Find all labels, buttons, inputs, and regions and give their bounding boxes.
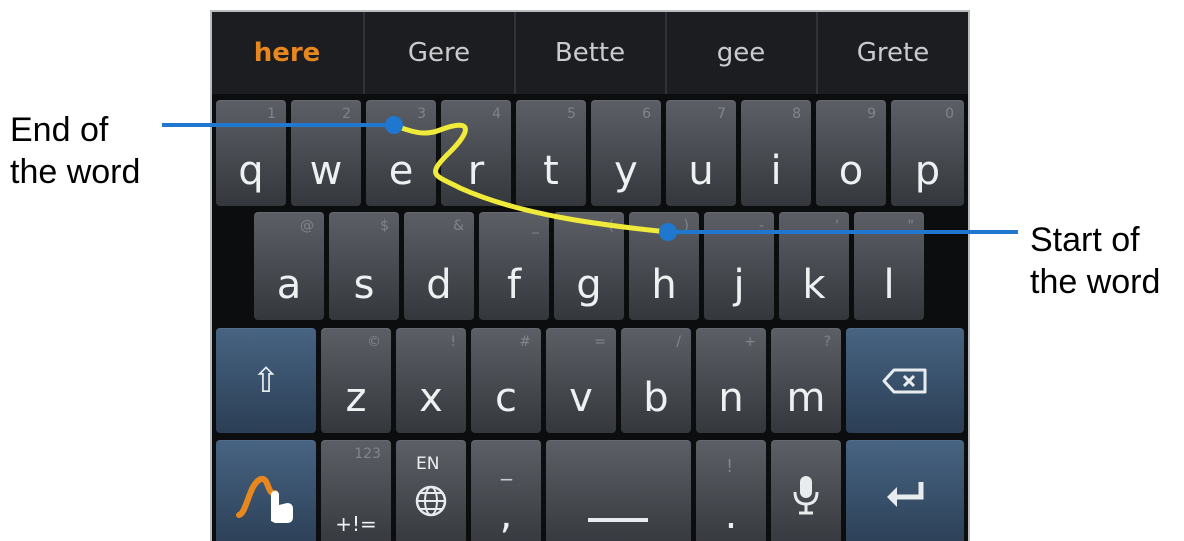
keyboard: here Gere Bette gee Grete 1q 2w 3e 4r 5t… <box>210 10 970 541</box>
numbers-key[interactable]: 123 +!= <box>321 440 391 541</box>
enter-icon <box>846 440 964 541</box>
key-x[interactable]: ! x <box>396 328 466 433</box>
key-i[interactable]: 8i <box>741 100 811 206</box>
comma-key[interactable]: _ , <box>471 440 541 541</box>
key-t[interactable]: 5t <box>516 100 586 206</box>
key-q[interactable]: 1q <box>216 100 286 206</box>
swype-gesture-icon <box>216 440 316 541</box>
key-r[interactable]: 4r <box>441 100 511 206</box>
key-s[interactable]: $ s <box>329 212 399 320</box>
key-g[interactable]: (g <box>554 212 624 320</box>
microphone-icon <box>771 440 841 541</box>
key-p[interactable]: 0p <box>891 100 964 206</box>
key-c[interactable]: # c <box>471 328 541 433</box>
language-key[interactable]: EN <box>396 440 466 541</box>
key-e[interactable]: 3e <box>366 100 436 206</box>
microphone-key[interactable] <box>771 440 841 541</box>
key-h[interactable]: ) h <box>629 212 699 320</box>
suggestion-4[interactable]: gee <box>667 12 815 94</box>
suggestion-2[interactable]: Gere <box>365 12 513 94</box>
end-label-line1: End of <box>10 111 109 149</box>
enter-key[interactable] <box>846 440 964 541</box>
key-w[interactable]: 2w <box>291 100 361 206</box>
space-bar-icon <box>588 518 648 522</box>
key-a[interactable]: @ a <box>254 212 324 320</box>
suggestion-3[interactable]: Bette <box>516 12 664 94</box>
key-o[interactable]: 9o <box>816 100 886 206</box>
key-d[interactable]: & d <box>404 212 474 320</box>
suggestion-1[interactable]: here <box>212 12 362 94</box>
shift-key[interactable]: ⇧ <box>216 328 316 433</box>
backspace-icon <box>846 328 964 433</box>
start-label-line1: Start of <box>1030 221 1140 259</box>
key-z[interactable]: © z <box>321 328 391 433</box>
shift-icon: ⇧ <box>251 360 281 401</box>
suggestion-bar: here Gere Bette gee Grete <box>212 12 968 94</box>
key-b[interactable]: / b <box>621 328 691 433</box>
globe-icon <box>414 484 448 523</box>
key-v[interactable]: = v <box>546 328 616 433</box>
key-m[interactable]: ? m <box>771 328 841 433</box>
key-l[interactable]: " l <box>854 212 924 320</box>
key-j[interactable]: -j <box>704 212 774 320</box>
suggestion-5[interactable]: Grete <box>818 12 968 94</box>
swype-key[interactable] <box>216 440 316 541</box>
key-y[interactable]: 6y <box>591 100 661 206</box>
key-u[interactable]: 7u <box>666 100 736 206</box>
key-f[interactable]: _ f <box>479 212 549 320</box>
start-label-line2: the word <box>1030 263 1161 301</box>
space-key[interactable] <box>546 440 691 541</box>
end-label-line2: the word <box>10 153 141 191</box>
backspace-key[interactable] <box>846 328 964 433</box>
key-k[interactable]: ' k <box>779 212 849 320</box>
period-key[interactable]: ! . <box>696 440 766 541</box>
key-n[interactable]: + n <box>696 328 766 433</box>
